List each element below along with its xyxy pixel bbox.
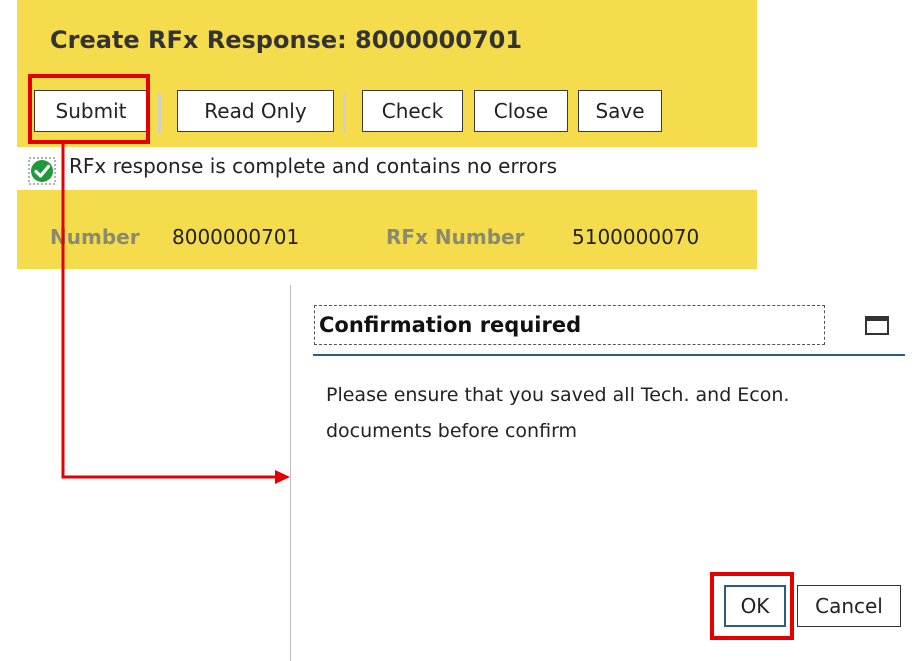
rfx-number-label: RFx Number bbox=[386, 225, 525, 249]
dialog-message: Please ensure that you saved all Tech. a… bbox=[326, 384, 790, 442]
number-label: Number bbox=[50, 225, 140, 249]
page-title: Create RFx Response: 8000000701 bbox=[50, 26, 523, 54]
dialog-title-rule bbox=[313, 354, 905, 356]
submit-button[interactable]: Submit bbox=[34, 90, 148, 132]
toolbar-separator bbox=[158, 94, 161, 134]
status-message: RFx response is complete and contains no… bbox=[69, 154, 558, 178]
number-value: 8000000701 bbox=[172, 225, 300, 249]
check-button[interactable]: Check bbox=[362, 90, 463, 132]
dialog-title: Confirmation required bbox=[314, 305, 825, 345]
read-only-button[interactable]: Read Only bbox=[177, 90, 334, 132]
rfx-number-value: 5100000070 bbox=[572, 225, 700, 249]
cancel-button[interactable]: Cancel bbox=[797, 585, 901, 627]
save-button[interactable]: Save bbox=[578, 90, 662, 132]
check-circle-icon bbox=[28, 157, 56, 185]
maximize-icon[interactable] bbox=[865, 316, 889, 335]
close-button[interactable]: Close bbox=[474, 90, 568, 132]
dialog-left-border bbox=[290, 285, 291, 661]
ok-button[interactable]: OK bbox=[724, 585, 786, 627]
toolbar-separator bbox=[343, 94, 346, 134]
